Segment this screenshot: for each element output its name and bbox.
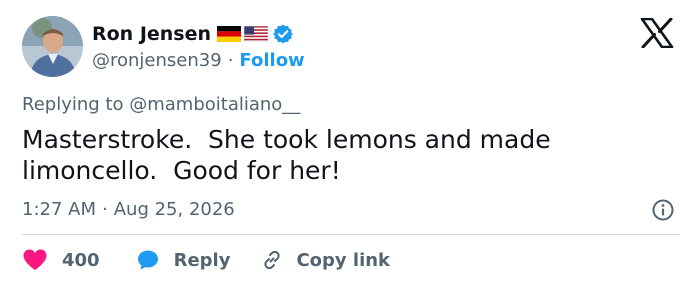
- tweet-date: Aug 25, 2026: [113, 198, 235, 220]
- link-icon: [264, 250, 281, 270]
- germany-flag-icon: [217, 26, 242, 42]
- like-button[interactable]: 400: [22, 248, 100, 272]
- copy-link-button[interactable]: Copy link: [260, 248, 390, 272]
- reply-label: Reply: [173, 249, 231, 271]
- tweet-text: Masterstroke. She took lemons and made l…: [22, 125, 551, 185]
- usa-flag-icon: [244, 26, 269, 42]
- like-count: 400: [62, 249, 100, 271]
- separator-dot: ·: [227, 49, 234, 71]
- author-display-name[interactable]: Ron Jensen: [92, 23, 211, 45]
- author-avatar[interactable]: [22, 16, 83, 77]
- divider: [22, 234, 679, 235]
- author-handle-row: @ronjensen39 · Follow: [92, 49, 305, 71]
- author-handle[interactable]: @ronjensen39: [92, 50, 222, 71]
- reply-context-prefix: Replying to: [22, 94, 124, 115]
- heart-icon: [23, 249, 47, 270]
- tweet-time: 1:27 AM: [22, 198, 96, 220]
- info-icon[interactable]: [651, 198, 675, 222]
- reply-context: Replying to @mamboitaliano__: [22, 94, 300, 115]
- copy-link-label: Copy link: [296, 249, 391, 271]
- tweet-timestamp[interactable]: 1:27 AM · Aug 25, 2026: [22, 198, 235, 220]
- verified-badge-icon: [273, 24, 294, 44]
- reply-button[interactable]: Reply: [136, 248, 231, 272]
- follow-button[interactable]: Follow: [239, 50, 304, 71]
- reply-context-handle[interactable]: @mamboitaliano__: [129, 94, 300, 115]
- x-logo-icon[interactable]: [640, 18, 674, 48]
- reply-bubble-icon: [137, 250, 158, 270]
- avatar-image: [22, 16, 83, 77]
- author-name-row: Ron Jensen: [92, 20, 294, 48]
- tweet-actions: 400 Reply Copy link: [22, 246, 390, 274]
- timestamp-separator: ·: [102, 198, 108, 220]
